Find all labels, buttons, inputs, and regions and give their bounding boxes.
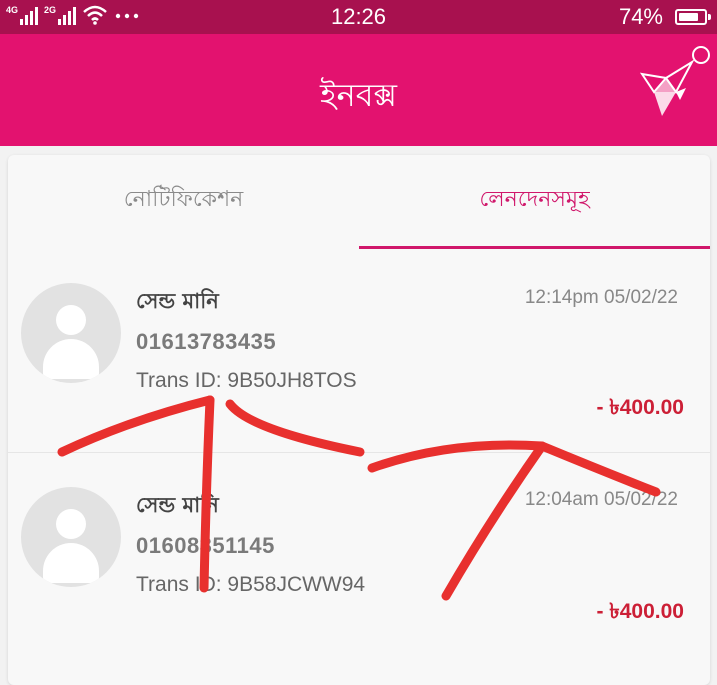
transaction-title: সেন্ড মানি: [136, 289, 219, 313]
transaction-number: 01608351145: [136, 533, 275, 558]
page-title: ইনবক্স: [319, 76, 398, 114]
transaction-row[interactable]: সেন্ড মানি 01608351145 Trans ID: 9B58JCW…: [8, 452, 710, 653]
inbox-card: নোটিফিকেশন লেনদেনসমূহ সেন্ড মানি 0161378…: [8, 155, 710, 685]
status-right: 74%: [618, 4, 711, 30]
transaction-datetime: 12:04am 05/02/22: [524, 489, 678, 510]
transaction-amount: - ৳400.00: [596, 396, 684, 419]
transaction-id: Trans ID: 9B58JCWW94: [136, 573, 366, 596]
transaction-amount: - ৳400.00: [596, 600, 684, 623]
battery-percent: 74%: [618, 4, 663, 29]
transaction-row[interactable]: সেন্ড মানি 01613783435 Trans ID: 9B50JH8…: [8, 249, 710, 449]
transaction-id: Trans ID: 9B50JH8TOS: [136, 369, 357, 392]
transaction-number: 01613783435: [136, 329, 277, 354]
transaction-datetime: 12:14pm 05/02/22: [524, 287, 678, 308]
avatar-icon: [21, 283, 121, 383]
battery-icon: [675, 9, 711, 25]
origami-bird-logo-icon[interactable]: [640, 58, 696, 118]
status-time: 12:26: [330, 4, 387, 29]
avatar-icon: [21, 487, 121, 587]
tab-transactions[interactable]: লেনদেনসমূহ: [359, 155, 710, 249]
transaction-title: সেন্ড মানি: [136, 493, 219, 517]
app-bar: ইনবক্স: [0, 34, 717, 146]
tab-notifications[interactable]: নোটিফিকেশন: [8, 155, 359, 249]
status-bar: 4G 2G 12:26 74%: [0, 0, 717, 34]
indicator-dot-icon: [692, 46, 710, 64]
